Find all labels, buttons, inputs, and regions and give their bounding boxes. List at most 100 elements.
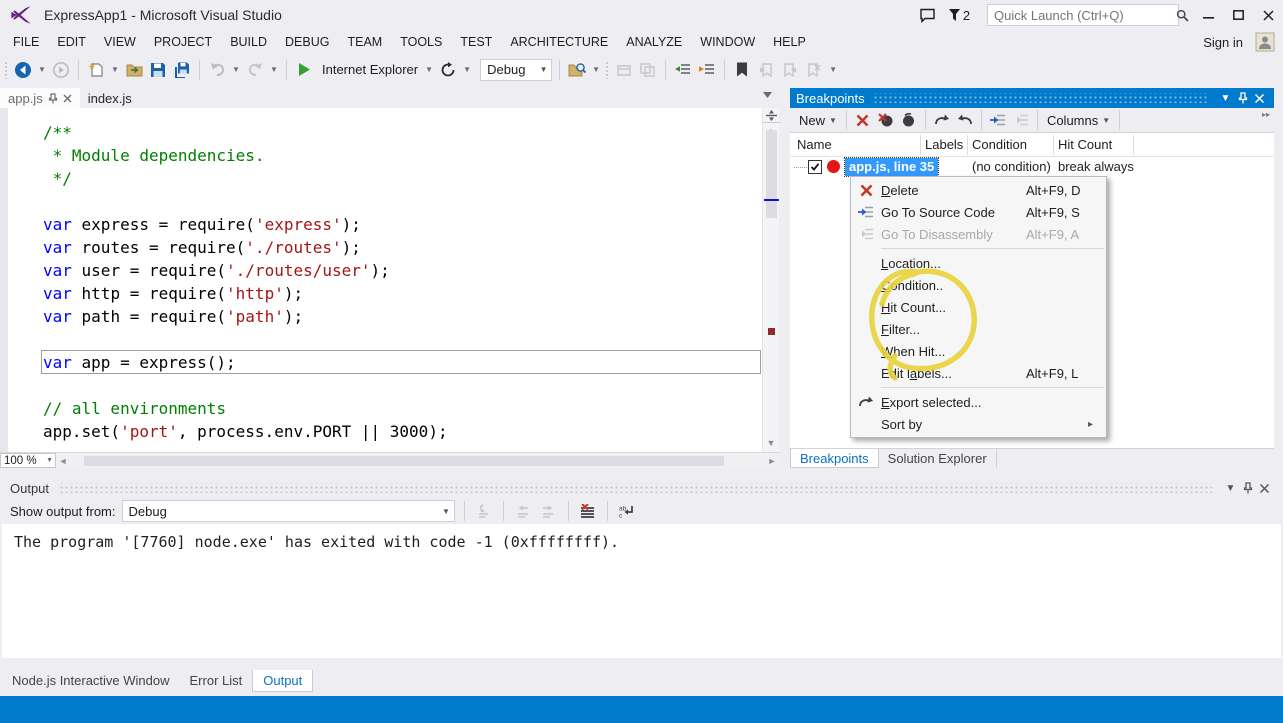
new-breakpoint-button[interactable]: New ▼ bbox=[796, 110, 840, 131]
menu-architecture[interactable]: ARCHITECTURE bbox=[501, 30, 617, 54]
scroll-left-arrow[interactable]: ◄ bbox=[56, 456, 70, 466]
panel-tab-output[interactable]: Output bbox=[252, 670, 313, 692]
breakpoint-enabled-checkbox[interactable] bbox=[808, 160, 822, 174]
toolbar-overflow-chevron[interactable]: ▸▸ bbox=[1262, 110, 1270, 119]
window-position-chevron-icon[interactable]: ▼ bbox=[1222, 480, 1239, 496]
scrollbar-thumb[interactable] bbox=[766, 130, 777, 218]
search-icon[interactable] bbox=[1176, 9, 1194, 22]
column-header-labels[interactable]: Labels bbox=[925, 137, 963, 152]
user-avatar-icon[interactable] bbox=[1255, 32, 1275, 52]
comment-lines-icon[interactable] bbox=[673, 60, 693, 80]
window-position-chevron-icon[interactable]: ▼ bbox=[1217, 90, 1234, 106]
menu-help[interactable]: HELP bbox=[764, 30, 815, 54]
menu-edit[interactable]: EDIT bbox=[48, 30, 94, 54]
find-overflow-chevron[interactable]: ▼ bbox=[591, 60, 601, 80]
menu-window[interactable]: WINDOW bbox=[691, 30, 764, 54]
column-header-name[interactable]: Name bbox=[797, 137, 832, 152]
code-line-9[interactable]: var path = require('path'); bbox=[0, 305, 762, 328]
scrollbar-thumb[interactable] bbox=[84, 456, 724, 466]
refresh-dropdown[interactable]: ▼ bbox=[462, 60, 472, 80]
toolbar-grip[interactable] bbox=[4, 61, 9, 79]
pin-icon[interactable] bbox=[1239, 480, 1256, 496]
sort-by-menu-item[interactable]: Sort by▸ bbox=[851, 413, 1106, 435]
browser-target-label[interactable]: Internet Explorer bbox=[318, 62, 420, 77]
quick-launch-box[interactable] bbox=[987, 4, 1179, 26]
code-line-11[interactable]: var app = express(); bbox=[0, 351, 762, 374]
breakpoints-column-headers[interactable]: NameLabelsConditionHit Count bbox=[790, 133, 1274, 157]
editor-horizontal-scrollbar[interactable] bbox=[70, 455, 763, 467]
code-line-7[interactable]: var user = require('./routes/user'); bbox=[0, 259, 762, 282]
menu-tools[interactable]: TOOLS bbox=[391, 30, 451, 54]
menu-project[interactable]: PROJECT bbox=[145, 30, 221, 54]
column-header-hit-count[interactable]: Hit Count bbox=[1058, 137, 1112, 152]
code-line-4[interactable] bbox=[0, 190, 762, 213]
column-separator[interactable] bbox=[920, 135, 921, 155]
toolbar-grip[interactable] bbox=[605, 61, 610, 79]
breakpoints-panel-titlebar[interactable]: Breakpoints ▼ bbox=[790, 88, 1274, 108]
feedback-icon[interactable] bbox=[913, 4, 941, 26]
column-separator[interactable] bbox=[1053, 135, 1054, 155]
close-icon[interactable] bbox=[63, 94, 72, 103]
start-debug-icon[interactable] bbox=[294, 60, 314, 80]
save-icon[interactable] bbox=[148, 60, 168, 80]
close-button[interactable] bbox=[1253, 3, 1283, 27]
panel-tab-breakpoints[interactable]: Breakpoints bbox=[790, 449, 879, 468]
output-content[interactable]: The program '[7760] node.exe' has exited… bbox=[2, 524, 1281, 658]
code-line-3[interactable]: */ bbox=[0, 167, 762, 190]
navigate-backward-icon[interactable] bbox=[13, 60, 33, 80]
maximize-button[interactable] bbox=[1223, 3, 1253, 27]
navigate-backward-dropdown[interactable]: ▼ bbox=[37, 60, 47, 80]
zoom-combobox[interactable]: 100 % ▼ bbox=[0, 453, 56, 468]
close-icon[interactable] bbox=[1256, 480, 1273, 496]
document-tab-index-js[interactable]: index.js bbox=[80, 88, 140, 108]
go-to-source-code-menu-item[interactable]: Go To Source CodeAlt+F9, S bbox=[851, 201, 1106, 223]
menu-file[interactable]: FILE bbox=[4, 30, 48, 54]
breakpoint-row[interactable]: app.js, line 35 (no condition) break alw… bbox=[790, 157, 1274, 178]
code-editor[interactable]: /** * Module dependencies. */var express… bbox=[0, 108, 779, 452]
when-hit-menu-item[interactable]: When Hit... bbox=[851, 340, 1106, 362]
code-line-1[interactable]: /** bbox=[0, 121, 762, 144]
delete-all-breakpoints-icon[interactable] bbox=[876, 110, 896, 130]
minimize-button[interactable] bbox=[1193, 3, 1223, 27]
menu-team[interactable]: TEAM bbox=[338, 30, 391, 54]
breakpoint-name[interactable]: app.js, line 35 bbox=[845, 158, 938, 176]
new-file-icon[interactable] bbox=[86, 60, 106, 80]
location-menu-item[interactable]: Location... bbox=[851, 252, 1106, 274]
new-file-dropdown[interactable]: ▼ bbox=[110, 60, 120, 80]
find-in-files-icon[interactable] bbox=[567, 60, 587, 80]
condition-menu-item[interactable]: Condition.. bbox=[851, 274, 1106, 296]
split-window-handle[interactable] bbox=[763, 108, 780, 123]
menu-analyze[interactable]: ANALYZE bbox=[617, 30, 691, 54]
export-breakpoints-icon[interactable] bbox=[932, 110, 952, 130]
bookmark-icon[interactable] bbox=[732, 60, 752, 80]
column-separator[interactable] bbox=[1133, 135, 1134, 155]
open-file-icon[interactable] bbox=[124, 60, 144, 80]
code-line-10[interactable] bbox=[0, 328, 762, 351]
menu-debug[interactable]: DEBUG bbox=[276, 30, 338, 54]
browser-target-dropdown[interactable]: ▼ bbox=[424, 60, 434, 80]
menu-build[interactable]: BUILD bbox=[221, 30, 276, 54]
notifications-flag-icon[interactable]: 2 bbox=[941, 4, 977, 26]
edit-labels-menu-item[interactable]: Edit labels...Alt+F9, L bbox=[851, 362, 1106, 384]
sign-in-link[interactable]: Sign in bbox=[1203, 35, 1243, 50]
code-line-14[interactable]: app.set('port', process.env.PORT || 3000… bbox=[0, 420, 762, 443]
editor-vertical-scrollbar[interactable]: ▲ ▼ bbox=[762, 108, 779, 452]
delete-menu-item[interactable]: DeleteAlt+F9, D bbox=[851, 179, 1106, 201]
panel-tab-solution-explorer[interactable]: Solution Explorer bbox=[879, 449, 997, 468]
hit-count-menu-item[interactable]: Hit Count... bbox=[851, 296, 1106, 318]
configuration-combobox[interactable]: Debug ▼ bbox=[480, 59, 552, 81]
go-to-source-icon[interactable] bbox=[988, 110, 1008, 130]
code-line-8[interactable]: var http = require('http'); bbox=[0, 282, 762, 305]
menu-test[interactable]: TEST bbox=[451, 30, 501, 54]
code-line-6[interactable]: var routes = require('./routes'); bbox=[0, 236, 762, 259]
quick-launch-input[interactable] bbox=[988, 8, 1176, 23]
menu-view[interactable]: VIEW bbox=[95, 30, 145, 54]
delete-breakpoint-icon[interactable] bbox=[853, 110, 873, 130]
document-tab-app-js[interactable]: app.js bbox=[0, 88, 80, 108]
export-selected-menu-item[interactable]: Export selected... bbox=[851, 391, 1106, 413]
output-panel-titlebar[interactable]: Output ▼ bbox=[0, 478, 1283, 498]
pin-icon[interactable] bbox=[48, 93, 58, 104]
disable-all-breakpoints-icon[interactable] bbox=[899, 110, 919, 130]
scroll-down-arrow[interactable]: ▼ bbox=[763, 436, 779, 450]
toggle-word-wrap-icon[interactable]: abc bbox=[617, 501, 637, 521]
